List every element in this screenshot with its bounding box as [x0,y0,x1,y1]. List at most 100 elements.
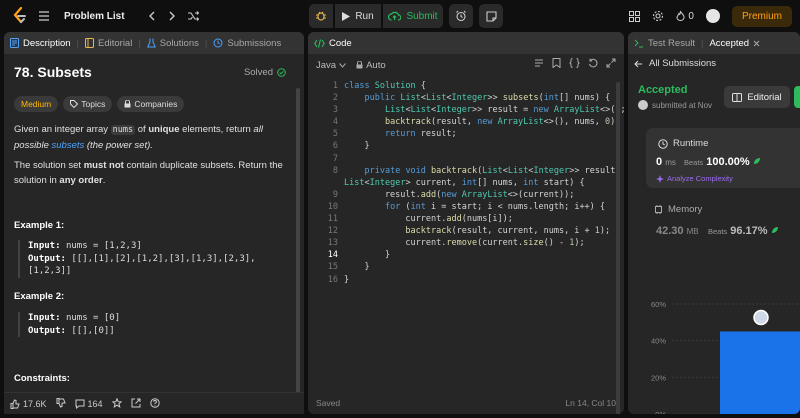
editorial-button[interactable]: Editorial [724,86,790,108]
runtime-distribution-chart[interactable]: 60% 40% 20% 0% [628,262,800,414]
code-line[interactable]: current.remove(current.size() - 1); [344,237,624,249]
runtime-value: 0 ms [656,156,676,168]
solution-button[interactable] [794,86,800,108]
run-button[interactable]: Run [335,4,381,28]
notes-button[interactable] [479,4,503,28]
debug-button[interactable] [309,4,333,28]
streak-counter[interactable]: 0 [676,10,694,22]
line-number: 7 [332,153,338,164]
code-line[interactable]: return result; [344,128,624,140]
editor-tools [534,58,616,68]
code-line[interactable]: current.add(nums[i]); [344,213,624,225]
favorite-button[interactable] [111,396,123,410]
description-footer: 17.6K 164 [4,392,304,414]
code-line[interactable]: } [344,274,624,286]
leetcode-logo-icon[interactable] [12,7,28,25]
history-icon [213,38,223,48]
help-button[interactable] [149,397,160,410]
prev-problem-icon[interactable] [147,11,157,21]
line-number-gutter: 12345678 9 10 11 12 13 14 15 16 [308,80,338,286]
code-line[interactable]: List<List<Integer>> result = new ArrayLi… [344,104,624,116]
all-submissions-link[interactable]: All Submissions [634,58,716,69]
alarm-clock-icon [456,10,466,22]
share-icon [131,398,141,407]
submit-label: Submit [406,10,438,22]
tab-editorial[interactable]: Editorial [85,38,132,49]
reset-icon[interactable] [588,58,598,68]
companies-tag[interactable]: Companies [117,96,185,112]
layout-grid-icon[interactable] [629,10,641,22]
timer-button[interactable] [449,4,473,28]
line-number: 2 [332,93,338,104]
language-select[interactable]: Java [316,60,346,71]
description-tabs: Description | Editorial | Solutions | Su… [4,32,304,54]
tab-code[interactable]: Code [314,38,352,49]
share-button[interactable] [131,398,141,410]
like-button[interactable]: 17.6K [10,399,47,409]
analyze-complexity-link[interactable]: Analyze Complexity [656,174,733,183]
tab-description[interactable]: Description [10,38,71,49]
braces-icon[interactable] [569,58,580,68]
code-scrollbar[interactable] [616,82,620,414]
code-line[interactable]: result.add(new ArrayList<>(current)); [344,189,624,201]
line-number: 9 [332,189,338,200]
code-line[interactable]: backtrack(result, new ArrayList<>(), num… [344,116,624,128]
close-icon[interactable] [753,40,760,47]
code-brackets-icon [314,38,325,48]
next-problem-icon[interactable] [167,11,177,21]
bookmark-icon[interactable] [552,58,561,68]
line-number: 10 [327,201,338,212]
code-line[interactable]: private void backtrack(List<List<Integer… [344,165,624,177]
premium-button[interactable]: Premium [731,5,792,27]
code-line[interactable]: class Solution { [344,80,624,92]
subsets-link[interactable]: subsets [52,140,85,151]
submitted-info: submitted at Nov [638,100,712,110]
flask-icon [146,38,156,48]
code-line[interactable]: for (int i = start; i < nums.length; i++… [344,201,624,213]
leaf-icon [771,227,778,233]
code-line[interactable]: } [344,249,624,261]
cursor-position: Ln 14, Col 10 [565,398,616,408]
tab-accepted[interactable]: Accepted [709,38,760,49]
tag-icon [70,100,79,108]
book-icon [85,38,94,48]
streak-count: 0 [688,10,694,22]
code-line[interactable] [344,153,624,165]
code-line[interactable]: } [344,261,624,273]
code-line[interactable]: List<Integer> current, int[] nums, int s… [344,177,624,189]
problem-list-link[interactable]: Problem List [64,11,125,22]
format-lines-icon[interactable] [534,58,544,68]
problem-list-icon[interactable] [38,10,50,22]
problem-constraint-text: The solution set must not contain duplic… [14,160,283,186]
user-avatar[interactable] [705,9,720,23]
code-line[interactable]: } [344,140,624,152]
submit-button[interactable]: Submit [383,4,443,28]
shuffle-icon[interactable] [187,11,199,21]
auto-format-toggle[interactable]: Auto [356,60,386,71]
dislike-button[interactable] [56,397,66,410]
line-number: 8 [332,165,338,176]
difficulty-badge[interactable]: Medium [14,96,59,112]
description-scrollbar[interactable] [296,88,300,414]
expand-icon[interactable] [606,58,616,68]
tab-test-result[interactable]: Test Result [634,38,695,49]
description-panel: Description | Editorial | Solutions | Su… [4,32,304,414]
code-line[interactable]: public List<List<Integer>> subsets(int[]… [344,92,624,104]
clock-icon [658,138,668,149]
lock-icon [124,100,131,108]
line-number: 5 [332,129,338,140]
book-icon [732,92,743,102]
settings-gear-icon[interactable] [652,10,664,22]
tab-solutions[interactable]: Solutions [146,38,199,49]
comments-button[interactable]: 164 [75,399,103,409]
example-2-block: Input: nums = [0] Output: [[],[0]] [18,312,120,337]
example-1-title: Example 1: [14,220,65,231]
tab-submissions[interactable]: Submissions [213,38,281,49]
code-editor[interactable]: class Solution { public List<List<Intege… [344,80,624,286]
note-icon [485,10,497,22]
runtime-card[interactable]: Runtime 0 ms Beats 100.00% Analyze Compl… [646,128,800,188]
code-line[interactable]: backtrack(result, current, nums, i + 1); [344,225,624,237]
distribution-bar[interactable] [720,331,800,415]
memory-label[interactable]: Memory [654,204,702,215]
topics-tag[interactable]: Topics [63,96,113,112]
